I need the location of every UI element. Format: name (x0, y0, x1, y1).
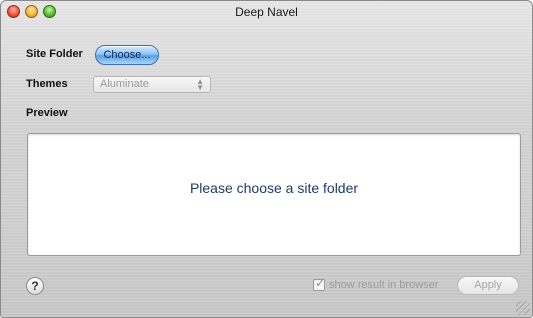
site-folder-label: Site Folder (26, 48, 83, 60)
title-bar[interactable]: Deep Navel (1, 1, 532, 23)
themes-selected-value: Aluminate (100, 78, 149, 90)
themes-label: Themes (26, 78, 68, 90)
show-result-label: show result in browser (329, 279, 439, 291)
apply-button[interactable]: Apply (457, 276, 519, 295)
show-result-option[interactable]: ✓ show result in browser (313, 276, 439, 293)
show-result-checkbox[interactable]: ✓ (313, 276, 326, 291)
preview-area: Please choose a site folder (27, 133, 521, 256)
themes-select[interactable]: Aluminate ▲ ▼ (93, 76, 211, 93)
preview-message: Please choose a site folder (189, 180, 359, 196)
app-window: Deep Navel Site Folder Choose... Themes … (0, 0, 533, 318)
checkmark-icon: ✓ (315, 276, 326, 290)
window-title: Deep Navel (235, 5, 298, 19)
help-button[interactable]: ? (26, 277, 44, 295)
choose-site-folder-button[interactable]: Choose... (95, 45, 159, 65)
select-arrows-icon: ▲ ▼ (196, 77, 204, 92)
preview-label: Preview (26, 107, 68, 119)
resize-grip-icon[interactable] (516, 301, 530, 315)
